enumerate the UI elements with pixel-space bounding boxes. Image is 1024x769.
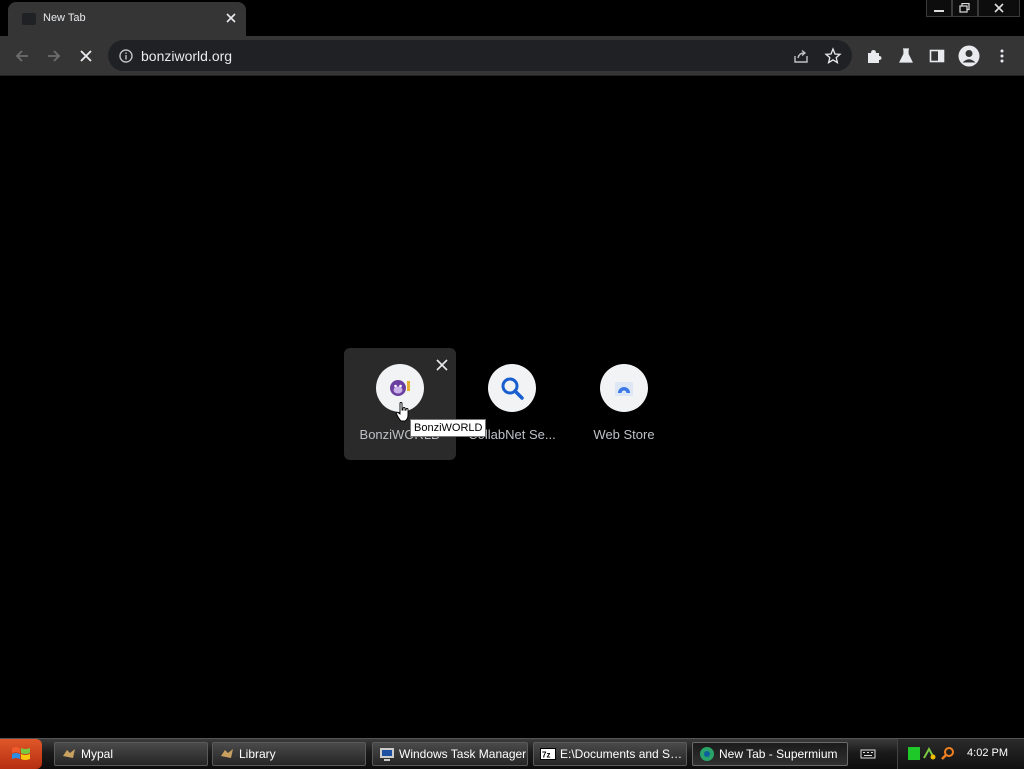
remove-shortcut-close-icon[interactable]: [434, 357, 450, 373]
start-button[interactable]: [0, 739, 42, 769]
shortcut-label: Web Store: [593, 427, 655, 442]
green-status-icon[interactable]: [908, 747, 920, 760]
minimize-icon: [934, 10, 944, 12]
network-arrow-icon[interactable]: [922, 746, 936, 761]
taskbar-item-task-manager[interactable]: Windows Task Manager: [372, 742, 528, 766]
address-bar[interactable]: bonziworld.org: [108, 40, 852, 71]
library-icon: [219, 746, 235, 762]
taskbar-item-label: Windows Task Manager: [399, 747, 527, 761]
svg-text:7z: 7z: [542, 751, 550, 760]
taskbar-item-label: E:\Documents and Set...: [560, 747, 686, 761]
star-bookmark-icon[interactable]: [824, 47, 842, 65]
window-titlebar: New Tab: [0, 0, 1024, 36]
windows-logo-icon: [12, 747, 30, 760]
avatar-icon: [958, 45, 980, 67]
close-window-button[interactable]: [978, 0, 1020, 17]
browser-menu-button[interactable]: [991, 45, 1013, 67]
site-info-icon[interactable]: [117, 47, 135, 65]
kebab-menu-icon: [1000, 49, 1004, 63]
shortcut-icon-circle: [600, 364, 648, 412]
7zip-icon: 7z: [540, 746, 556, 762]
taskbar-item-label: Library: [239, 747, 276, 761]
search-magnifier-tray-icon[interactable]: [940, 746, 955, 761]
taskbar-item-library[interactable]: Library: [212, 742, 366, 766]
tab-close-icon[interactable]: [222, 9, 240, 27]
flask-icon: [899, 48, 913, 63]
task-manager-icon: [379, 746, 395, 762]
taskbar-item-label: Mypal: [81, 747, 114, 761]
puzzle-extension-icon: [868, 50, 882, 63]
window-controls: [926, 0, 1020, 18]
arrow-right-icon: [48, 50, 61, 62]
extensions-button[interactable]: [863, 45, 885, 67]
restore-button[interactable]: [952, 0, 978, 17]
shortcut-icon-circle: [488, 364, 536, 412]
tab-new-tab[interactable]: New Tab: [8, 2, 246, 36]
new-tab-favicon-icon: [22, 13, 36, 25]
magnifier-search-icon: [501, 377, 524, 400]
hand-pointer-cursor-icon: [396, 402, 409, 422]
share-icon[interactable]: [792, 47, 810, 65]
side-panel-icon: [929, 49, 945, 63]
url-text: bonziworld.org: [141, 48, 233, 64]
minimize-button[interactable]: [926, 0, 952, 17]
browser-toolbar: bonziworld.org: [0, 36, 1024, 76]
back-button[interactable]: [11, 45, 33, 67]
taskbar-item-label: New Tab - Supermium: [719, 747, 838, 761]
keyboard-icon[interactable]: [860, 747, 876, 766]
restore-icon: [959, 3, 970, 13]
system-tray: 4:02 PM: [897, 739, 1024, 769]
taskbar-item-supermium[interactable]: New Tab - Supermium: [692, 742, 848, 766]
taskbar-clock[interactable]: 4:02 PM: [967, 747, 1008, 759]
close-icon: [994, 3, 1004, 13]
side-panel-button[interactable]: [926, 45, 948, 67]
supermium-icon: [699, 746, 715, 762]
shortcut-tooltip: BonziWORLD: [410, 419, 487, 437]
stop-x-icon: [80, 50, 92, 62]
bonzi-purple-gorilla-icon: [390, 380, 410, 396]
mypal-icon: [61, 746, 77, 762]
web-store-icon: [615, 382, 633, 396]
profile-button[interactable]: [958, 45, 980, 67]
shortcut-tile-web-store[interactable]: Web Store: [568, 348, 680, 460]
arrow-left-icon: [15, 50, 28, 62]
labs-button[interactable]: [895, 45, 917, 67]
windows-taskbar: Mypal Library Windows Task Manager 7z E:…: [0, 738, 1024, 769]
forward-button[interactable]: [43, 45, 65, 67]
taskbar-item-mypal[interactable]: Mypal: [54, 742, 208, 766]
stop-loading-button[interactable]: [75, 45, 97, 67]
tab-title: New Tab: [43, 12, 86, 24]
shortcut-tile-collabnet[interactable]: CollabNet Se...: [456, 348, 568, 460]
taskbar-item-7zip[interactable]: 7z E:\Documents and Set...: [533, 742, 687, 766]
